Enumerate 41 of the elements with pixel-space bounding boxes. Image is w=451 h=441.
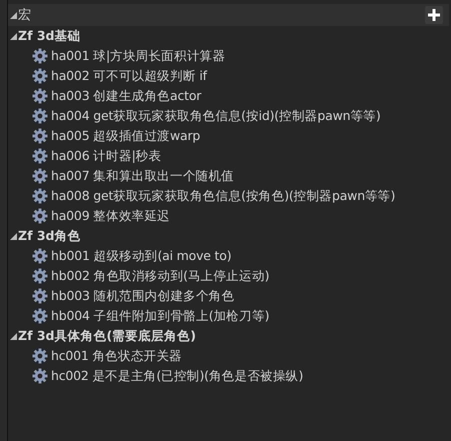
gear-icon <box>32 268 48 284</box>
gear-icon <box>32 208 48 224</box>
expand-arrow-icon[interactable] <box>10 32 17 40</box>
gear-icon <box>32 48 48 64</box>
plus-icon <box>428 9 440 21</box>
gear-icon <box>32 148 48 164</box>
gear-icon <box>32 348 48 364</box>
macro-item[interactable]: ha008 get获取玩家获取角色信息(按角色)(控制器pawn等等) <box>51 188 396 204</box>
add-button[interactable] <box>425 6 443 24</box>
macro-item[interactable]: ha009 整体效率延迟 <box>51 208 170 224</box>
macro-item[interactable]: hb003 随机范围内创建多个角色 <box>51 288 234 304</box>
macro-item[interactable]: hb004 子组件附加到骨骼上(加枪刀等) <box>51 308 270 324</box>
macro-item[interactable]: hc002 是不是主角(已控制)(角色是否被操纵) <box>51 368 304 384</box>
gear-icon <box>32 128 48 144</box>
expand-arrow-icon[interactable] <box>10 232 17 240</box>
macro-item[interactable]: hb001 超级移动到(ai move to) <box>51 248 232 264</box>
macro-item[interactable]: ha003 创建生成角色actor <box>51 88 202 104</box>
macro-item[interactable]: ha006 计时器|秒表 <box>51 148 162 164</box>
macro-item[interactable]: hc001 角色状态开关器 <box>51 348 182 364</box>
macro-item[interactable]: ha007 集和算出取出一个随机值 <box>51 168 234 184</box>
category-label[interactable]: Zf 3d角色 <box>18 228 80 244</box>
section-title: 宏 <box>18 7 32 24</box>
macro-item[interactable]: hb002 角色取消移动到(马上停止运动) <box>51 268 270 284</box>
section-header[interactable]: 宏 <box>8 4 449 26</box>
macro-item[interactable]: ha004 get获取玩家获取角色信息(按id)(控制器pawn等等) <box>51 108 381 124</box>
macro-item[interactable]: ha005 超级插值过渡warp <box>51 128 200 144</box>
gear-icon <box>32 248 48 264</box>
category-label[interactable]: Zf 3d基础 <box>18 28 80 44</box>
macro-item[interactable]: ha001 球|方块周长面积计算器 <box>51 48 226 64</box>
macro-item[interactable]: ha002 可不可以超级判断 if <box>51 68 207 84</box>
gear-icon <box>32 368 48 384</box>
gear-icon <box>32 88 48 104</box>
gear-icon <box>32 188 48 204</box>
category-label[interactable]: Zf 3d具体角色(需要底层角色) <box>18 328 196 344</box>
gear-icon <box>32 108 48 124</box>
expand-arrow-icon[interactable] <box>10 332 17 340</box>
expand-arrow-icon[interactable] <box>10 12 17 18</box>
gear-icon <box>32 68 48 84</box>
gear-icon <box>32 168 48 184</box>
gear-icon <box>32 308 48 324</box>
gear-icon <box>32 288 48 304</box>
